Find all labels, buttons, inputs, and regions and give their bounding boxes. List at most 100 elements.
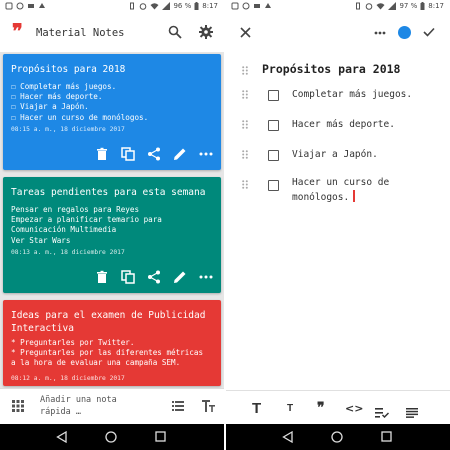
note-line: * Preguntarles por Twitter. xyxy=(11,338,135,347)
app-logo-icon: ❞ xyxy=(12,19,23,43)
status-right: 96 % 8:17 xyxy=(128,2,218,10)
delete-icon[interactable] xyxy=(95,146,109,160)
wifi-icon xyxy=(376,3,385,10)
note-card[interactable]: Tareas pendientes para esta semana Pensa… xyxy=(3,177,221,293)
note-title: Tareas pendientes para esta semana xyxy=(11,187,206,198)
checklist-item-text[interactable]: Completar más juegos. xyxy=(292,88,412,102)
clock: 8:17 xyxy=(202,2,218,10)
note-date: 08:12 a. m., 18 diciembre 2017 xyxy=(11,375,125,382)
checkbox[interactable] xyxy=(268,150,279,161)
note-body: ☐ Completar más juegos. ☐ Hacer más depo… xyxy=(11,82,215,123)
system-nav-bar xyxy=(0,424,224,450)
settings-gear-icon[interactable] xyxy=(199,25,213,39)
status-bar: 96 % 8:17 xyxy=(0,0,224,12)
wifi-icon xyxy=(150,3,159,10)
notification-icon xyxy=(242,2,250,10)
checklist-format-icon[interactable] xyxy=(375,404,389,422)
more-options-icon[interactable] xyxy=(199,269,213,283)
back-icon[interactable] xyxy=(56,431,67,443)
checklist-item-line: monólogos. xyxy=(292,190,389,205)
quick-note-input[interactable]: Añadir una nota rápida … xyxy=(40,394,150,418)
checkbox[interactable] xyxy=(268,90,279,101)
recents-icon[interactable] xyxy=(155,431,166,442)
note-line: ☐ Hacer un curso de monólogos. xyxy=(11,112,149,122)
status-left xyxy=(231,2,272,10)
duplicate-icon[interactable] xyxy=(121,269,135,284)
back-icon[interactable] xyxy=(282,431,293,443)
note-title: Ideas para el examen de Publicidad Inter… xyxy=(11,309,213,335)
drag-handle-icon[interactable] xyxy=(242,90,248,99)
battery-icon xyxy=(420,2,425,10)
note-line: Ver Star Wars xyxy=(11,235,71,245)
done-check-icon[interactable] xyxy=(423,27,435,37)
note-title-field[interactable]: Propósitos para 2018 xyxy=(262,62,400,76)
delete-icon[interactable] xyxy=(95,269,109,283)
status-left xyxy=(5,2,46,10)
note-body: Pensar en regalos para Reyes Empezar a p… xyxy=(11,205,215,246)
edit-pencil-icon[interactable] xyxy=(173,269,187,283)
checkbox[interactable] xyxy=(268,180,279,191)
note-editor-screen: 97 % 8:17 Propósitos para 2018 Completar… xyxy=(226,0,450,450)
note-date: 08:15 a. m., 18 diciembre 2017 xyxy=(11,126,125,133)
note-actions xyxy=(95,269,213,284)
checklist-item-text[interactable]: Hacer un curso de monólogos. xyxy=(292,176,389,205)
text-size-icon[interactable] xyxy=(202,400,215,412)
align-text-icon[interactable] xyxy=(406,404,418,422)
app-bar: ❞ Material Notes xyxy=(0,12,224,52)
quick-note-bar: Añadir una nota rápida … xyxy=(0,388,224,424)
battery-percent: 97 % xyxy=(399,2,418,10)
quote-icon[interactable]: ❞ xyxy=(317,399,325,417)
battery-icon xyxy=(194,2,199,10)
more-options-icon[interactable] xyxy=(374,31,386,35)
heading-small-icon[interactable]: T xyxy=(287,399,293,417)
note-card[interactable]: Ideas para el examen de Publicidad Inter… xyxy=(3,300,221,386)
notification-icon xyxy=(16,2,24,10)
checkbox[interactable] xyxy=(268,120,279,131)
duplicate-icon[interactable] xyxy=(121,146,135,161)
drag-handle-icon[interactable] xyxy=(242,150,248,159)
heading-large-icon[interactable]: T xyxy=(252,399,261,417)
notification-icon xyxy=(39,3,45,8)
note-card[interactable]: Propósitos para 2018 ☐ Completar más jue… xyxy=(3,54,221,170)
drag-handle-icon[interactable] xyxy=(242,180,248,189)
note-line: Empezar a planificar temario para xyxy=(11,215,162,225)
notes-list-screen: 96 % 8:17 ❞ Material Notes Propósitos pa… xyxy=(0,0,224,450)
note-line: Pensar en regalos para Reyes xyxy=(11,205,140,214)
share-icon[interactable] xyxy=(147,146,161,161)
alarm-icon xyxy=(140,3,147,10)
more-options-icon[interactable] xyxy=(199,146,213,160)
battery-percent: 96 % xyxy=(173,2,192,10)
color-picker-dot[interactable] xyxy=(398,26,411,39)
apps-grid-icon[interactable] xyxy=(12,400,24,412)
close-icon[interactable] xyxy=(240,27,251,38)
checklist-item-text[interactable]: Hacer más deporte. xyxy=(292,118,395,132)
home-icon[interactable] xyxy=(331,431,343,443)
signal-icon xyxy=(388,2,397,10)
search-icon[interactable] xyxy=(168,25,182,39)
status-bar: 97 % 8:17 xyxy=(226,0,450,12)
checklist-icon[interactable] xyxy=(172,401,184,411)
checklist-item-text[interactable]: Viajar a Japón. xyxy=(292,148,378,162)
drag-handle-icon[interactable] xyxy=(242,120,248,129)
share-icon[interactable] xyxy=(147,269,161,284)
quick-note-line: Añadir una nota xyxy=(40,395,117,405)
text-cursor xyxy=(353,190,355,202)
note-line: ☐ Viajar a Japón. xyxy=(11,102,89,112)
drag-handle-icon[interactable] xyxy=(242,66,248,75)
note-line: * Preguntarles por las diferentes métric… xyxy=(11,348,204,358)
checklist-item-line: Hacer un curso de xyxy=(292,177,390,188)
home-icon[interactable] xyxy=(105,431,117,443)
edit-pencil-icon[interactable] xyxy=(173,146,187,160)
format-toolbar: T T ❞ <> xyxy=(226,390,450,424)
notification-icon xyxy=(265,3,271,8)
note-line: Comunicación Multimedia xyxy=(11,225,117,235)
notification-icon xyxy=(28,4,34,8)
clock: 8:17 xyxy=(428,2,444,10)
code-icon[interactable]: <> xyxy=(345,399,363,417)
note-title-line: Ideas para el examen de Publicidad xyxy=(11,310,206,321)
quick-note-line: rápida … xyxy=(40,407,81,417)
signal-icon xyxy=(162,2,171,10)
recents-icon[interactable] xyxy=(381,431,392,442)
notification-icon xyxy=(5,2,13,10)
notification-icon xyxy=(231,2,239,10)
